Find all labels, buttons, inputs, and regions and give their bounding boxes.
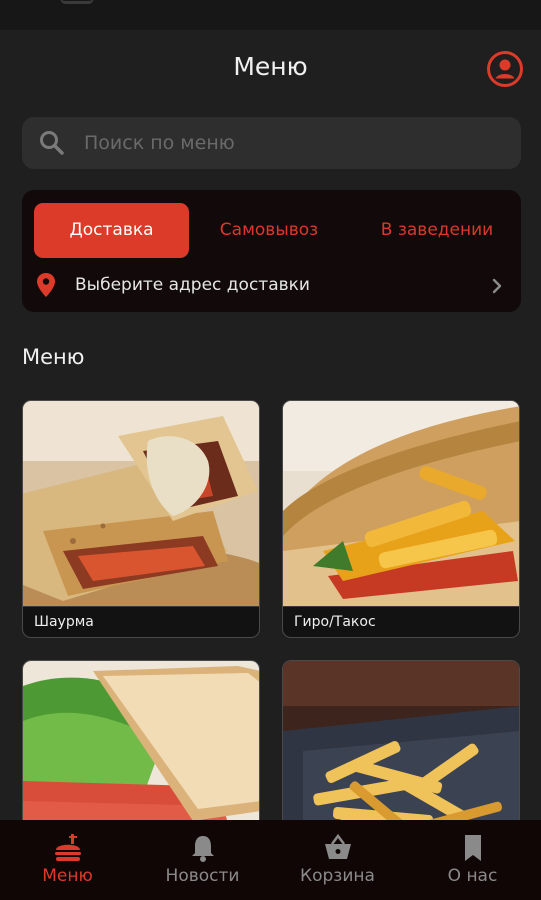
- basket-icon: [325, 833, 351, 859]
- profile-icon[interactable]: [486, 50, 524, 88]
- nav-item-label: Новости: [165, 866, 240, 886]
- app-header: Меню: [0, 30, 541, 110]
- page-title: Меню: [233, 52, 308, 81]
- shawarma-image: [23, 401, 259, 606]
- nav-item-label: О нас: [447, 866, 498, 886]
- search-bar: [22, 117, 521, 169]
- nav-item-news[interactable]: Новости: [135, 820, 270, 900]
- tab-pickup[interactable]: Самовывоз: [204, 203, 334, 258]
- bottom-navigation: Меню Новости Корзина О нас: [0, 820, 541, 900]
- gyro-tacos-image: [283, 401, 519, 606]
- category-card-gyro-tacos[interactable]: Гиро/Такос: [282, 400, 520, 638]
- category-label: Шаурма: [23, 606, 259, 637]
- delivery-address-label: Выберите адрес доставки: [75, 275, 310, 295]
- nav-item-label: Корзина: [300, 866, 375, 886]
- nav-item-cart[interactable]: Корзина: [270, 820, 405, 900]
- menu-section-title: Меню: [22, 345, 85, 369]
- location-pin-icon: [37, 273, 55, 297]
- bell-icon: [192, 836, 214, 862]
- bookmark-icon: [465, 835, 481, 861]
- chevron-right-icon: [492, 278, 502, 294]
- nav-item-menu[interactable]: Меню: [0, 820, 135, 900]
- sandwich-image: [23, 661, 259, 839]
- nav-item-about[interactable]: О нас: [405, 820, 540, 900]
- status-glyph: [60, 0, 94, 4]
- food-icon: [55, 834, 81, 861]
- order-mode-card: Доставка Самовывоз В заведении Выберите …: [22, 190, 521, 312]
- category-card-shawarma[interactable]: Шаурма: [22, 400, 260, 638]
- search-icon: [40, 131, 64, 155]
- category-card-fries[interactable]: [282, 660, 520, 840]
- category-card-sandwich[interactable]: [22, 660, 260, 840]
- nav-item-label: Меню: [42, 866, 93, 886]
- tab-dine-in[interactable]: В заведении: [357, 203, 517, 258]
- fries-image: [283, 661, 519, 839]
- search-input[interactable]: [84, 117, 504, 169]
- delivery-address-row[interactable]: Выберите адрес доставки: [22, 270, 521, 304]
- tab-delivery[interactable]: Доставка: [34, 203, 189, 258]
- category-label: Гиро/Такос: [283, 606, 519, 637]
- status-bar: [0, 0, 541, 30]
